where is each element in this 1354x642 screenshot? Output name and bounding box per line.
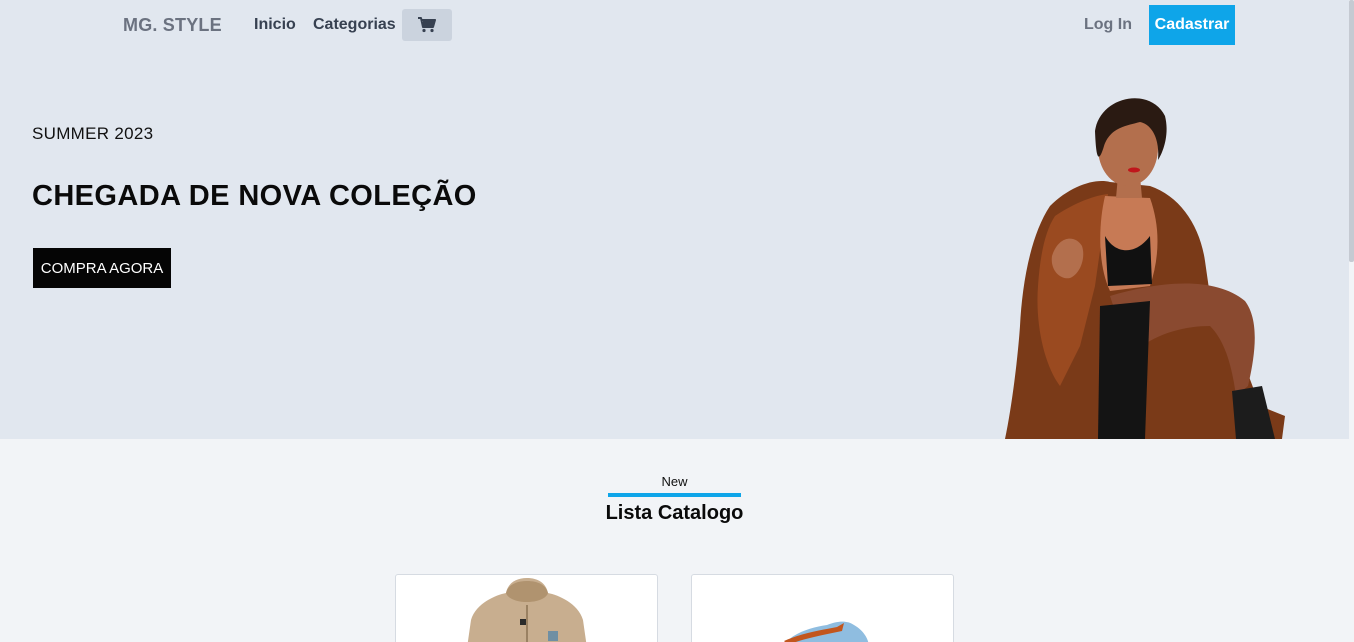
login-link[interactable]: Log In (1084, 16, 1132, 34)
brand-logo[interactable]: MG. STYLE (123, 15, 222, 36)
shop-now-button[interactable]: COMPRA AGORA (33, 248, 171, 288)
product-card-sneaker[interactable] (691, 574, 954, 642)
cart-button[interactable] (402, 9, 452, 41)
top-navbar: MG. STYLE Inicio Categorias Log In Cadas… (0, 0, 1349, 50)
catalog-kicker: New (661, 474, 688, 489)
hoodie-product-image (467, 578, 587, 642)
signup-button[interactable]: Cadastrar (1149, 5, 1235, 45)
scrollbar-thumb[interactable] (1349, 0, 1354, 262)
hero-title: CHEGADA DE NOVA COLEÇÃO (32, 180, 477, 212)
hero-model-image (1005, 98, 1285, 439)
catalog-title: Lista Catalogo (605, 502, 744, 524)
product-card-hoodie[interactable] (395, 574, 658, 642)
sneaker-product-image (784, 621, 869, 642)
cart-icon (418, 17, 436, 33)
hero-kicker: SUMMER 2023 (32, 124, 154, 143)
nav-link-categorias[interactable]: Categorias (313, 16, 396, 34)
nav-link-inicio[interactable]: Inicio (254, 16, 296, 34)
page-scrollbar[interactable] (1349, 0, 1354, 642)
hero-banner: SUMMER 2023 CHEGADA DE NOVA COLEÇÃO COMP… (0, 50, 1349, 439)
catalog-title-underline (608, 493, 741, 497)
